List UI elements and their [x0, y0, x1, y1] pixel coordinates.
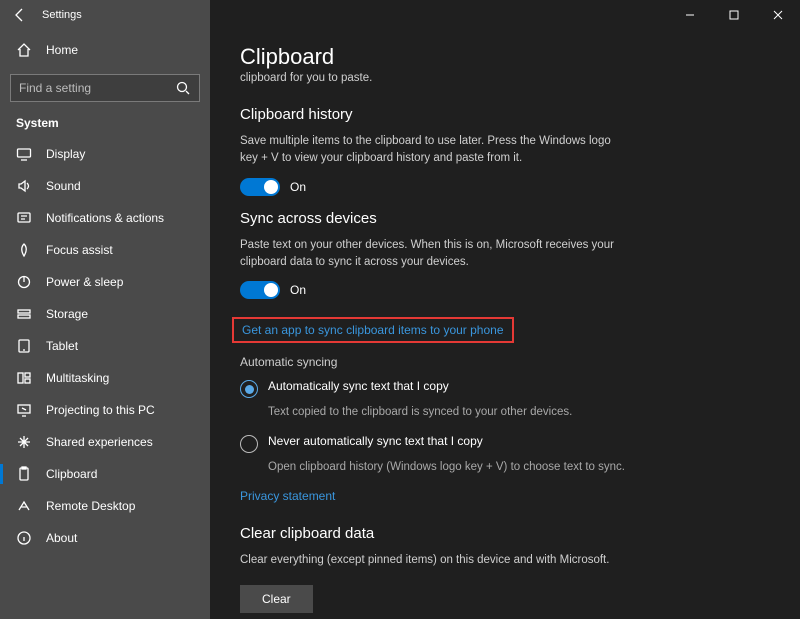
radio-never-sync-label: Never automatically sync text that I cop… [268, 434, 483, 448]
focus-assist-icon [16, 242, 32, 258]
multitasking-icon [16, 370, 32, 386]
sidebar-item-label: Projecting to this PC [46, 403, 155, 417]
sidebar-home[interactable]: Home [0, 34, 210, 66]
sidebar-item-multitasking[interactable]: Multitasking [0, 362, 210, 394]
sidebar-home-label: Home [46, 43, 78, 57]
sidebar-item-tablet[interactable]: Tablet [0, 330, 210, 362]
sidebar-item-about[interactable]: About [0, 522, 210, 554]
page-subtitle: clipboard for you to paste. [240, 72, 770, 84]
sidebar-item-label: Remote Desktop [46, 499, 135, 513]
home-icon [16, 42, 32, 58]
sidebar-item-label: Focus assist [46, 243, 113, 257]
search-icon [175, 80, 191, 96]
display-icon [16, 146, 32, 162]
search-box[interactable] [10, 74, 200, 102]
clear-desc: Clear everything (except pinned items) o… [240, 552, 620, 569]
sidebar-item-remote-desktop[interactable]: Remote Desktop [0, 490, 210, 522]
close-button[interactable] [756, 0, 800, 30]
sidebar-section: System [0, 112, 210, 138]
sidebar: Home System Display Sound [0, 30, 210, 619]
maximize-button[interactable] [712, 0, 756, 30]
radio-never-sync[interactable] [240, 435, 258, 453]
sidebar-item-display[interactable]: Display [0, 138, 210, 170]
sync-heading: Sync across devices [240, 210, 770, 227]
titlebar: Settings [0, 0, 800, 30]
clipboard-history-heading: Clipboard history [240, 106, 770, 123]
radio-auto-sync[interactable] [240, 380, 258, 398]
clear-button[interactable]: Clear [240, 585, 313, 613]
sidebar-item-label: Notifications & actions [46, 211, 164, 225]
sidebar-item-sound[interactable]: Sound [0, 170, 210, 202]
sidebar-item-notifications[interactable]: Notifications & actions [0, 202, 210, 234]
sidebar-item-label: Shared experiences [46, 435, 153, 449]
storage-icon [16, 306, 32, 322]
content-area: Clipboard clipboard for you to paste. Cl… [210, 30, 800, 619]
back-icon[interactable] [12, 7, 28, 23]
clipboard-history-toggle[interactable] [240, 178, 280, 196]
sidebar-item-shared-experiences[interactable]: Shared experiences [0, 426, 210, 458]
sound-icon [16, 178, 32, 194]
highlight-annotation: Get an app to sync clipboard items to yo… [232, 317, 514, 343]
remote-desktop-icon [16, 498, 32, 514]
window-title: Settings [42, 9, 82, 21]
clipboard-history-state: On [290, 180, 306, 194]
radio-auto-sync-label: Automatically sync text that I copy [268, 379, 449, 393]
sidebar-item-label: Display [46, 147, 85, 161]
sidebar-item-label: Storage [46, 307, 88, 321]
radio-never-sync-sub: Open clipboard history (Windows logo key… [268, 459, 628, 475]
sidebar-item-label: Power & sleep [46, 275, 123, 289]
power-icon [16, 274, 32, 290]
radio-auto-sync-sub: Text copied to the clipboard is synced t… [268, 404, 628, 420]
clipboard-history-desc: Save multiple items to the clipboard to … [240, 133, 620, 168]
sync-state: On [290, 283, 306, 297]
sidebar-item-power-sleep[interactable]: Power & sleep [0, 266, 210, 298]
sync-desc: Paste text on your other devices. When t… [240, 237, 620, 272]
clear-heading: Clear clipboard data [240, 525, 770, 542]
sidebar-item-label: Tablet [46, 339, 78, 353]
search-input[interactable] [19, 81, 175, 95]
sidebar-item-label: Multitasking [46, 371, 109, 385]
automatic-syncing-label: Automatic syncing [240, 355, 770, 369]
sidebar-item-focus-assist[interactable]: Focus assist [0, 234, 210, 266]
shared-icon [16, 434, 32, 450]
sidebar-item-clipboard[interactable]: Clipboard [0, 458, 210, 490]
sidebar-item-storage[interactable]: Storage [0, 298, 210, 330]
sidebar-item-label: About [46, 531, 77, 545]
tablet-icon [16, 338, 32, 354]
sidebar-item-projecting[interactable]: Projecting to this PC [0, 394, 210, 426]
sync-toggle[interactable] [240, 281, 280, 299]
get-app-link[interactable]: Get an app to sync clipboard items to yo… [242, 323, 504, 337]
sidebar-item-label: Sound [46, 179, 81, 193]
minimize-button[interactable] [668, 0, 712, 30]
clipboard-icon [16, 466, 32, 482]
sidebar-item-label: Clipboard [46, 467, 97, 481]
about-icon [16, 530, 32, 546]
privacy-statement-link[interactable]: Privacy statement [240, 489, 335, 503]
notifications-icon [16, 210, 32, 226]
page-title: Clipboard [240, 44, 770, 70]
projecting-icon [16, 402, 32, 418]
